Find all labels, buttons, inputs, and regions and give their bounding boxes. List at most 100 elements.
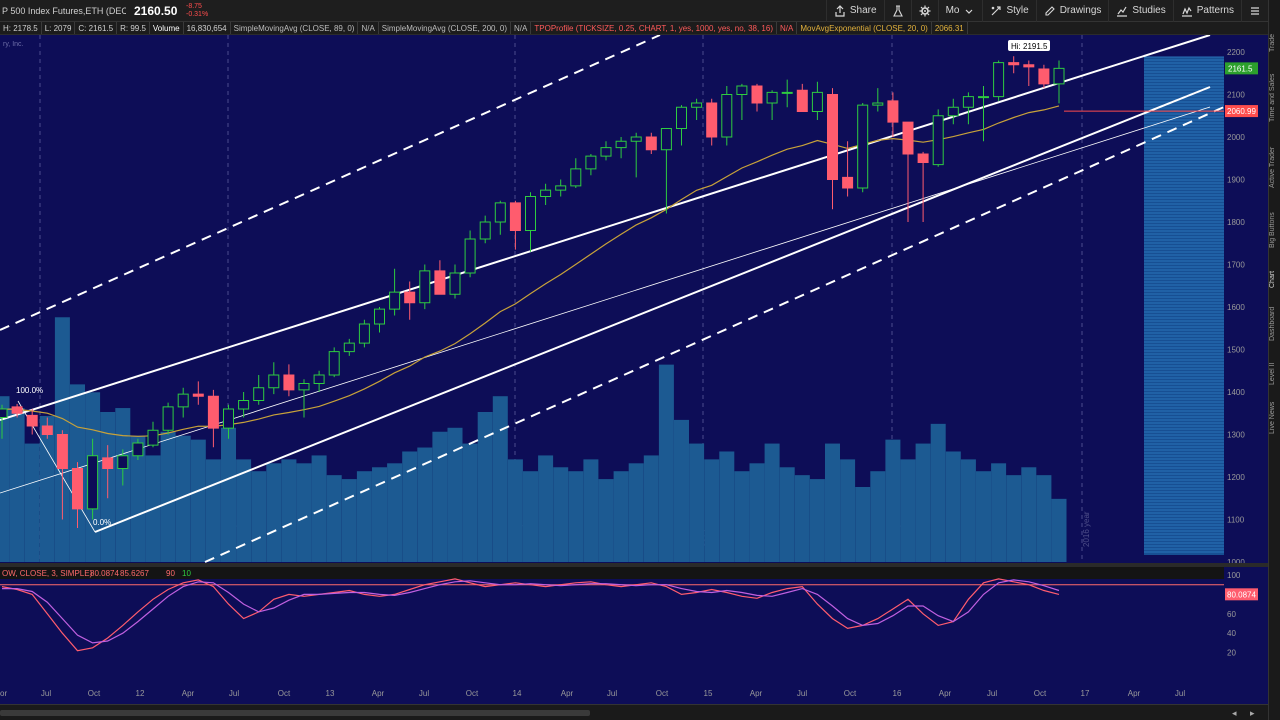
oscillator-value: 10	[182, 569, 191, 578]
volume-bar	[960, 459, 976, 562]
patterns-icon	[1181, 6, 1192, 17]
symbol-title[interactable]: P 500 Index Futures,ETH (DEC 16)	[0, 6, 126, 16]
style-button[interactable]: Style	[982, 0, 1035, 22]
ema-value: 2066.31	[932, 22, 968, 34]
volume-bar	[704, 459, 720, 562]
candle-body	[600, 147, 612, 157]
price-tick-label: 1800	[1227, 218, 1245, 227]
candle-body	[932, 115, 944, 166]
x-tick-label: 14	[513, 689, 522, 698]
share-button[interactable]: Share	[825, 0, 884, 22]
x-tick-label: Jul	[797, 689, 807, 698]
scroll-right-arrow-icon[interactable]: ▸	[1250, 708, 1255, 719]
volume-bar	[976, 471, 991, 562]
studies-button[interactable]: Studies	[1108, 0, 1172, 22]
oscillator-value: 85.6267	[120, 569, 149, 578]
candle-body	[102, 457, 114, 469]
style-label: Style	[1006, 5, 1029, 16]
candle-body	[585, 155, 597, 170]
candle-body	[660, 128, 672, 151]
x-tick-label: Apr	[372, 689, 385, 698]
tab-time-and-sales[interactable]: Time and Sales	[1269, 68, 1280, 128]
tab-big-buttons[interactable]: Big Buttons	[1269, 205, 1280, 255]
sma200-label[interactable]: SimpleMovingAvg (CLOSE, 200, 0)	[379, 22, 512, 34]
x-tick-label: Jul	[1175, 689, 1185, 698]
share-label: Share	[849, 5, 877, 16]
candle-body	[993, 62, 1005, 98]
x-tick-label: Jul	[419, 689, 429, 698]
volume-bar	[568, 471, 584, 562]
price-change: -8.75 -0.31%	[186, 3, 216, 19]
x-tick-label: Apr	[182, 689, 195, 698]
volume-bar	[719, 451, 735, 562]
volume-bar	[885, 439, 901, 562]
volume-bar	[341, 479, 357, 562]
volume-bar	[583, 459, 599, 562]
candle-body	[887, 100, 899, 123]
volume-bar	[930, 423, 946, 562]
candle-body	[827, 94, 838, 180]
drawings-button[interactable]: Drawings	[1035, 0, 1109, 22]
settings-button[interactable]	[910, 0, 938, 22]
sma89-value: N/A	[358, 22, 379, 34]
patterns-button[interactable]: Patterns	[1172, 0, 1241, 22]
scroll-left-arrow-icon[interactable]: ◂	[1232, 708, 1237, 719]
oscillator-current-text: 80.0874	[1227, 590, 1256, 599]
x-tick-label: Jul	[229, 689, 239, 698]
candle-body	[1053, 67, 1065, 85]
volume-bar	[674, 419, 689, 562]
scroll-thumb[interactable]	[0, 710, 590, 716]
candle-body	[343, 342, 355, 353]
tab-trade[interactable]: Trade	[1269, 28, 1280, 58]
tab-live-news[interactable]: Live News	[1269, 398, 1280, 438]
price-tick-label: 2100	[1227, 91, 1245, 100]
pencil-icon	[1045, 5, 1055, 16]
volume-bar	[0, 396, 10, 562]
candle-body	[570, 168, 582, 187]
range-value: R: 99.5	[117, 22, 150, 34]
tab-level-ii[interactable]: Level II	[1269, 358, 1280, 390]
candle-body	[298, 383, 310, 391]
hamburger-icon	[1251, 6, 1259, 15]
oscillator-tick-label: 100	[1227, 571, 1241, 580]
volume-label[interactable]: Volume	[150, 22, 184, 34]
interval-button[interactable]: Mo	[937, 0, 983, 22]
chart-menu-button[interactable]	[1241, 0, 1268, 22]
ema-label[interactable]: MovAvgExponential (CLOSE, 20, 0)	[797, 22, 932, 34]
volume-bar	[809, 479, 825, 562]
candle-body	[434, 270, 446, 295]
volume-bar	[432, 431, 448, 562]
candle-body	[872, 102, 884, 106]
candle-body	[328, 351, 340, 376]
price-tick-label: 1100	[1227, 516, 1245, 525]
tpo-label[interactable]: TPOProfile (TICKSIZE, 0.25, CHART, 1, ye…	[531, 22, 777, 34]
volume-bar	[945, 451, 961, 562]
volume-bar	[462, 443, 478, 562]
price-chart[interactable]: 2011 year2012 year2013 year2014 year2015…	[0, 35, 1268, 704]
flask-button[interactable]	[883, 0, 911, 22]
price-tick-label: 1400	[1227, 388, 1245, 397]
candle-body	[162, 406, 174, 431]
x-tick-label: Apr	[939, 689, 952, 698]
volume-bar	[326, 475, 342, 562]
candle-body	[223, 408, 234, 429]
x-tick-label: Jul	[607, 689, 617, 698]
x-tick-label: Apr	[1128, 689, 1141, 698]
tab-active-trader[interactable]: Active Trader	[1269, 140, 1280, 195]
volume-bar	[1036, 475, 1052, 562]
tab-dashboard[interactable]: Dashboard	[1269, 300, 1280, 348]
tab-chart[interactable]: Chart	[1269, 265, 1280, 293]
gear-icon	[919, 5, 931, 16]
sma89-label[interactable]: SimpleMovingAvg (CLOSE, 89, 0)	[231, 22, 359, 34]
chart-toolbar: P 500 Index Futures,ETH (DEC 16) 2160.50…	[0, 0, 1268, 22]
candle-body	[268, 374, 280, 389]
horizontal-scrollbar[interactable]: ◂ ▸	[0, 704, 1268, 720]
fib-label: 100.0%	[16, 386, 43, 395]
volume-bar	[734, 471, 750, 562]
volume-bar	[553, 467, 569, 562]
volume-bar	[915, 443, 931, 562]
volume-bar	[190, 439, 206, 562]
candle-body	[117, 455, 129, 469]
volume-bar	[794, 475, 810, 562]
volume-bar	[825, 443, 840, 562]
